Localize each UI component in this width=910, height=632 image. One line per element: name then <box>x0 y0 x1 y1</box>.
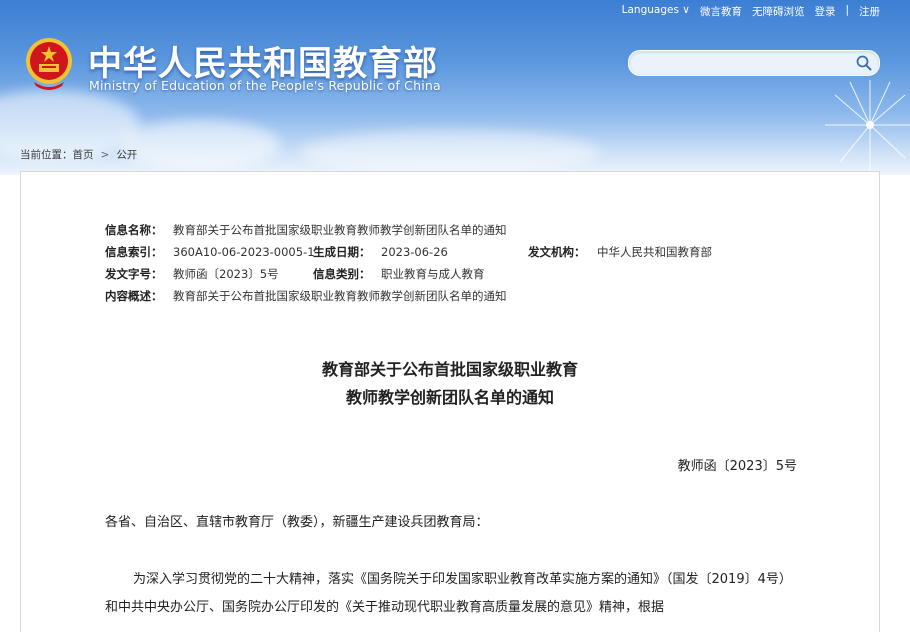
meta-date-value: 2023-06-26 <box>381 245 448 259</box>
meta-name-value: 教育部关于公布首批国家级职业教育教师教学创新团队名单的通知 <box>173 223 507 237</box>
info-table: 信息名称： 教育部关于公布首批国家级职业教育教师教学创新团队名单的通知 信息索引… <box>105 219 805 307</box>
meta-docno-label: 发文字号： <box>105 267 163 281</box>
document-body: 为深入学习贯彻党的二十大精神，落实《国务院关于印发国家职业教育改革实施方案的通知… <box>105 566 801 622</box>
meta-summary-label: 内容概述： <box>105 289 163 303</box>
meta-org-value: 中华人民共和国教育部 <box>597 245 712 259</box>
meta-row-name: 信息名称： 教育部关于公布首批国家级职业教育教师教学创新团队名单的通知 <box>105 219 805 241</box>
document-title: 教育部关于公布首批国家级职业教育 教师教学创新团队名单的通知 <box>21 356 879 412</box>
document-addressee: 各省、自治区、直辖市教育厅（教委），新疆生产建设兵团教育局： <box>105 515 489 530</box>
login-link[interactable]: 登录 <box>814 4 835 19</box>
document-title-line2: 教师教学创新团队名单的通知 <box>345 388 554 407</box>
meta-category-value: 职业教育与成人教育 <box>381 267 485 281</box>
document-title-line1: 教育部关于公布首批国家级职业教育 <box>321 360 578 379</box>
weibo-link[interactable]: 微言教育 <box>700 4 742 19</box>
meta-category-label: 信息类别： <box>313 267 371 281</box>
meta-date-label: 生成日期： <box>313 245 371 259</box>
site-header: 中华人民共和国教育部 Ministry of Education of the … <box>0 0 910 175</box>
meta-index-label: 信息索引： <box>105 245 163 259</box>
body-paragraph: 为深入学习贯彻党的二十大精神，落实《国务院关于印发国家职业教育改革实施方案的通知… <box>105 572 792 615</box>
cloud-decoration <box>120 120 280 170</box>
breadcrumb-separator: > <box>100 149 110 161</box>
meta-name-label: 信息名称： <box>105 223 163 237</box>
document-number: 教师函〔2023〕5号 <box>677 459 797 474</box>
national-emblem-icon <box>26 38 72 90</box>
breadcrumb: 当前位置：首页 > 公开 <box>20 147 137 162</box>
article-container: 信息名称： 教育部关于公布首批国家级职业教育教师教学创新团队名单的通知 信息索引… <box>20 171 880 632</box>
meta-row-summary: 内容概述： 教育部关于公布首批国家级职业教育教师教学创新团队名单的通知 <box>105 285 805 307</box>
meta-org-label: 发文机构： <box>528 245 586 259</box>
top-links: Languages ∨ 微言教育 无障碍浏览 登录 | 注册 <box>622 4 880 19</box>
links-divider: | <box>845 4 849 16</box>
meta-row-docno: 发文字号： 教师函〔2023〕5号 信息类别： 职业教育与成人教育 <box>105 263 805 285</box>
register-link[interactable]: 注册 <box>859 4 880 19</box>
dandelion-decoration-icon <box>825 80 910 175</box>
meta-docno-value: 教师函〔2023〕5号 <box>173 267 279 281</box>
languages-link[interactable]: Languages ∨ <box>622 4 690 19</box>
cloud-decoration <box>300 130 600 175</box>
breadcrumb-current[interactable]: 公开 <box>116 149 137 161</box>
breadcrumb-prefix: 当前位置： <box>20 149 73 161</box>
meta-index-value: 360A10-06-2023-0005-1 <box>173 245 315 259</box>
meta-summary-value: 教育部关于公布首批国家级职业教育教师教学创新团队名单的通知 <box>173 289 507 303</box>
accessibility-link[interactable]: 无障碍浏览 <box>752 4 805 19</box>
site-subtitle: Ministry of Education of the People's Re… <box>89 78 441 93</box>
meta-row-index: 信息索引： 360A10-06-2023-0005-1 生成日期： 2023-0… <box>105 241 805 263</box>
breadcrumb-home[interactable]: 首页 <box>73 149 94 161</box>
